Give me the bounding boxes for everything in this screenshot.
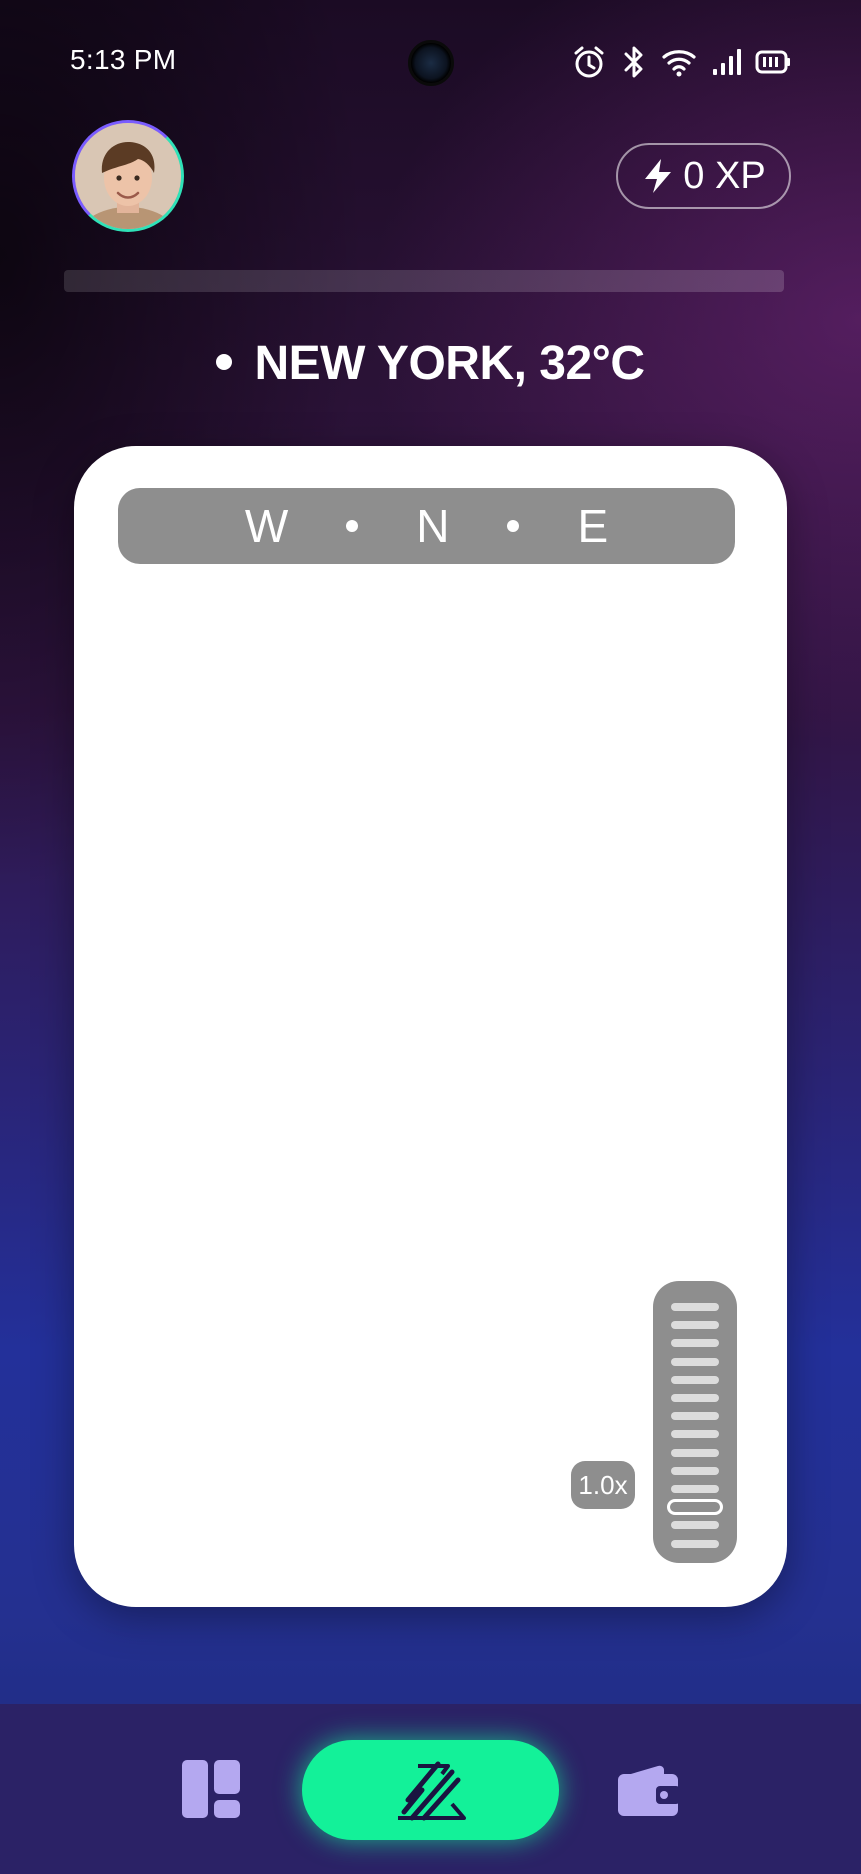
zoom-slider-tick xyxy=(671,1321,719,1330)
bluetooth-icon xyxy=(624,46,643,78)
camera-viewfinder[interactable]: W N E 1.0x xyxy=(74,446,787,1607)
front-camera xyxy=(408,40,454,86)
zoom-slider-tick xyxy=(671,1539,719,1548)
zoom-slider-tick xyxy=(671,1303,719,1311)
profile-avatar[interactable] xyxy=(72,120,184,232)
location-weather: NEW YORK, 32°C xyxy=(0,336,861,391)
xp-label: 0 XP xyxy=(683,154,766,197)
status-bar: 5:13 PM xyxy=(0,0,861,120)
zoom-slider-tick xyxy=(671,1375,719,1384)
dashboard-icon[interactable] xyxy=(182,1760,240,1818)
alarm-icon xyxy=(574,46,604,78)
zoom-level-label: 1.0x xyxy=(571,1461,635,1509)
lightning-icon xyxy=(645,159,672,193)
zoom-slider[interactable] xyxy=(653,1281,737,1563)
wifi-icon xyxy=(662,50,696,77)
zoom-slider-tick xyxy=(671,1521,719,1530)
zoom-slider-tick xyxy=(671,1466,719,1475)
compass-north: N xyxy=(416,500,450,552)
location-dot xyxy=(216,354,233,371)
zoom-slider-handle[interactable] xyxy=(667,1499,723,1516)
compass-west: W xyxy=(244,500,289,552)
compass-bar: W N E xyxy=(118,488,735,564)
avatar-image xyxy=(75,123,181,229)
zoom-slider-tick xyxy=(671,1412,719,1421)
capture-button[interactable] xyxy=(302,1740,559,1840)
zoom-slider-tick xyxy=(671,1339,719,1348)
compass-separator xyxy=(346,520,359,532)
battery-icon xyxy=(755,50,790,74)
bottom-nav xyxy=(0,1704,861,1874)
zoom-slider-tick xyxy=(671,1357,719,1366)
zoom-slider-tick xyxy=(671,1394,719,1402)
status-icons xyxy=(571,40,791,84)
capture-icon xyxy=(397,1761,466,1821)
status-time: 5:13 PM xyxy=(70,44,177,75)
signal-icon xyxy=(713,49,741,75)
zoom-slider-tick xyxy=(671,1430,719,1439)
xp-badge[interactable]: 0 XP xyxy=(616,143,791,209)
location-text: NEW YORK, 32°C xyxy=(254,337,645,390)
xp-progress-bar xyxy=(64,270,784,292)
compass-east: E xyxy=(577,500,609,552)
zoom-slider-tick xyxy=(671,1448,719,1457)
zoom-slider-tick xyxy=(671,1485,719,1493)
compass-separator xyxy=(507,520,520,532)
wallet-icon[interactable] xyxy=(618,1764,680,1816)
